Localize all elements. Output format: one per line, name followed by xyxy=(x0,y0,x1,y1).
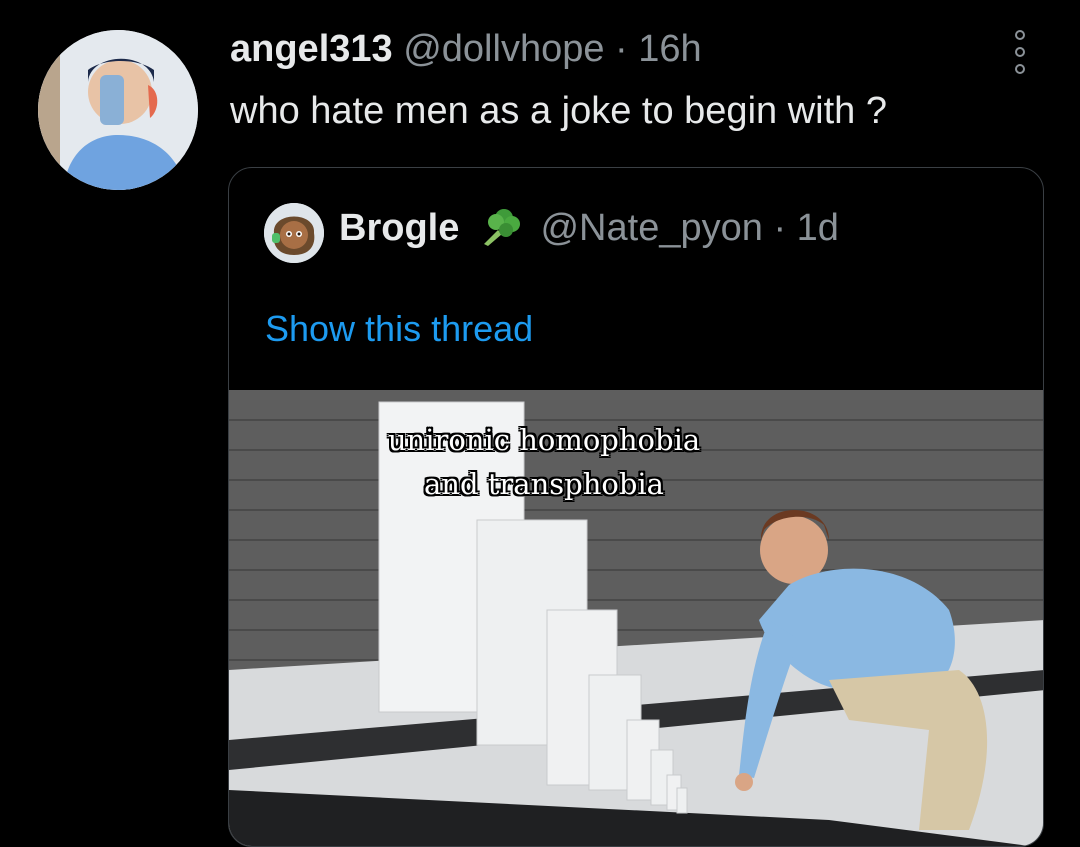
avatar-photo xyxy=(38,30,198,190)
quoted-tweet-timestamp[interactable]: 1d xyxy=(797,207,839,249)
more-options-icon[interactable] xyxy=(1007,30,1033,74)
author-avatar[interactable] xyxy=(38,30,198,190)
tweet-timestamp[interactable]: 16h xyxy=(638,28,701,70)
show-thread-link[interactable]: Show this thread xyxy=(265,308,533,350)
author-name[interactable]: angel313 xyxy=(230,28,393,70)
quoted-author-name[interactable]: Brogle xyxy=(339,207,459,249)
meme-image[interactable]: unironic homophobia and transphobia xyxy=(229,390,1043,846)
meme-caption: unironic homophobia and transphobia xyxy=(387,423,701,501)
tweet-text: who hate men as a joke to begin with ? xyxy=(230,90,887,132)
quoted-tweet-card[interactable]: Brogle @Nate_pyon · 1d Show this thread xyxy=(228,167,1044,847)
quoted-separator-dot: · xyxy=(773,207,787,249)
quoted-tweet-header: Brogle @Nate_pyon · 1d xyxy=(339,206,839,256)
separator-dot: · xyxy=(615,28,628,70)
broccoli-icon xyxy=(478,206,522,256)
quoted-author-handle[interactable]: @Nate_pyon xyxy=(540,207,762,249)
quoted-author-avatar[interactable] xyxy=(264,203,324,263)
quoted-avatar-illustration xyxy=(264,203,324,263)
tweet-header: angel313 @dollvhope · 16h xyxy=(230,28,702,71)
author-handle[interactable]: @dollvhope xyxy=(403,28,604,70)
